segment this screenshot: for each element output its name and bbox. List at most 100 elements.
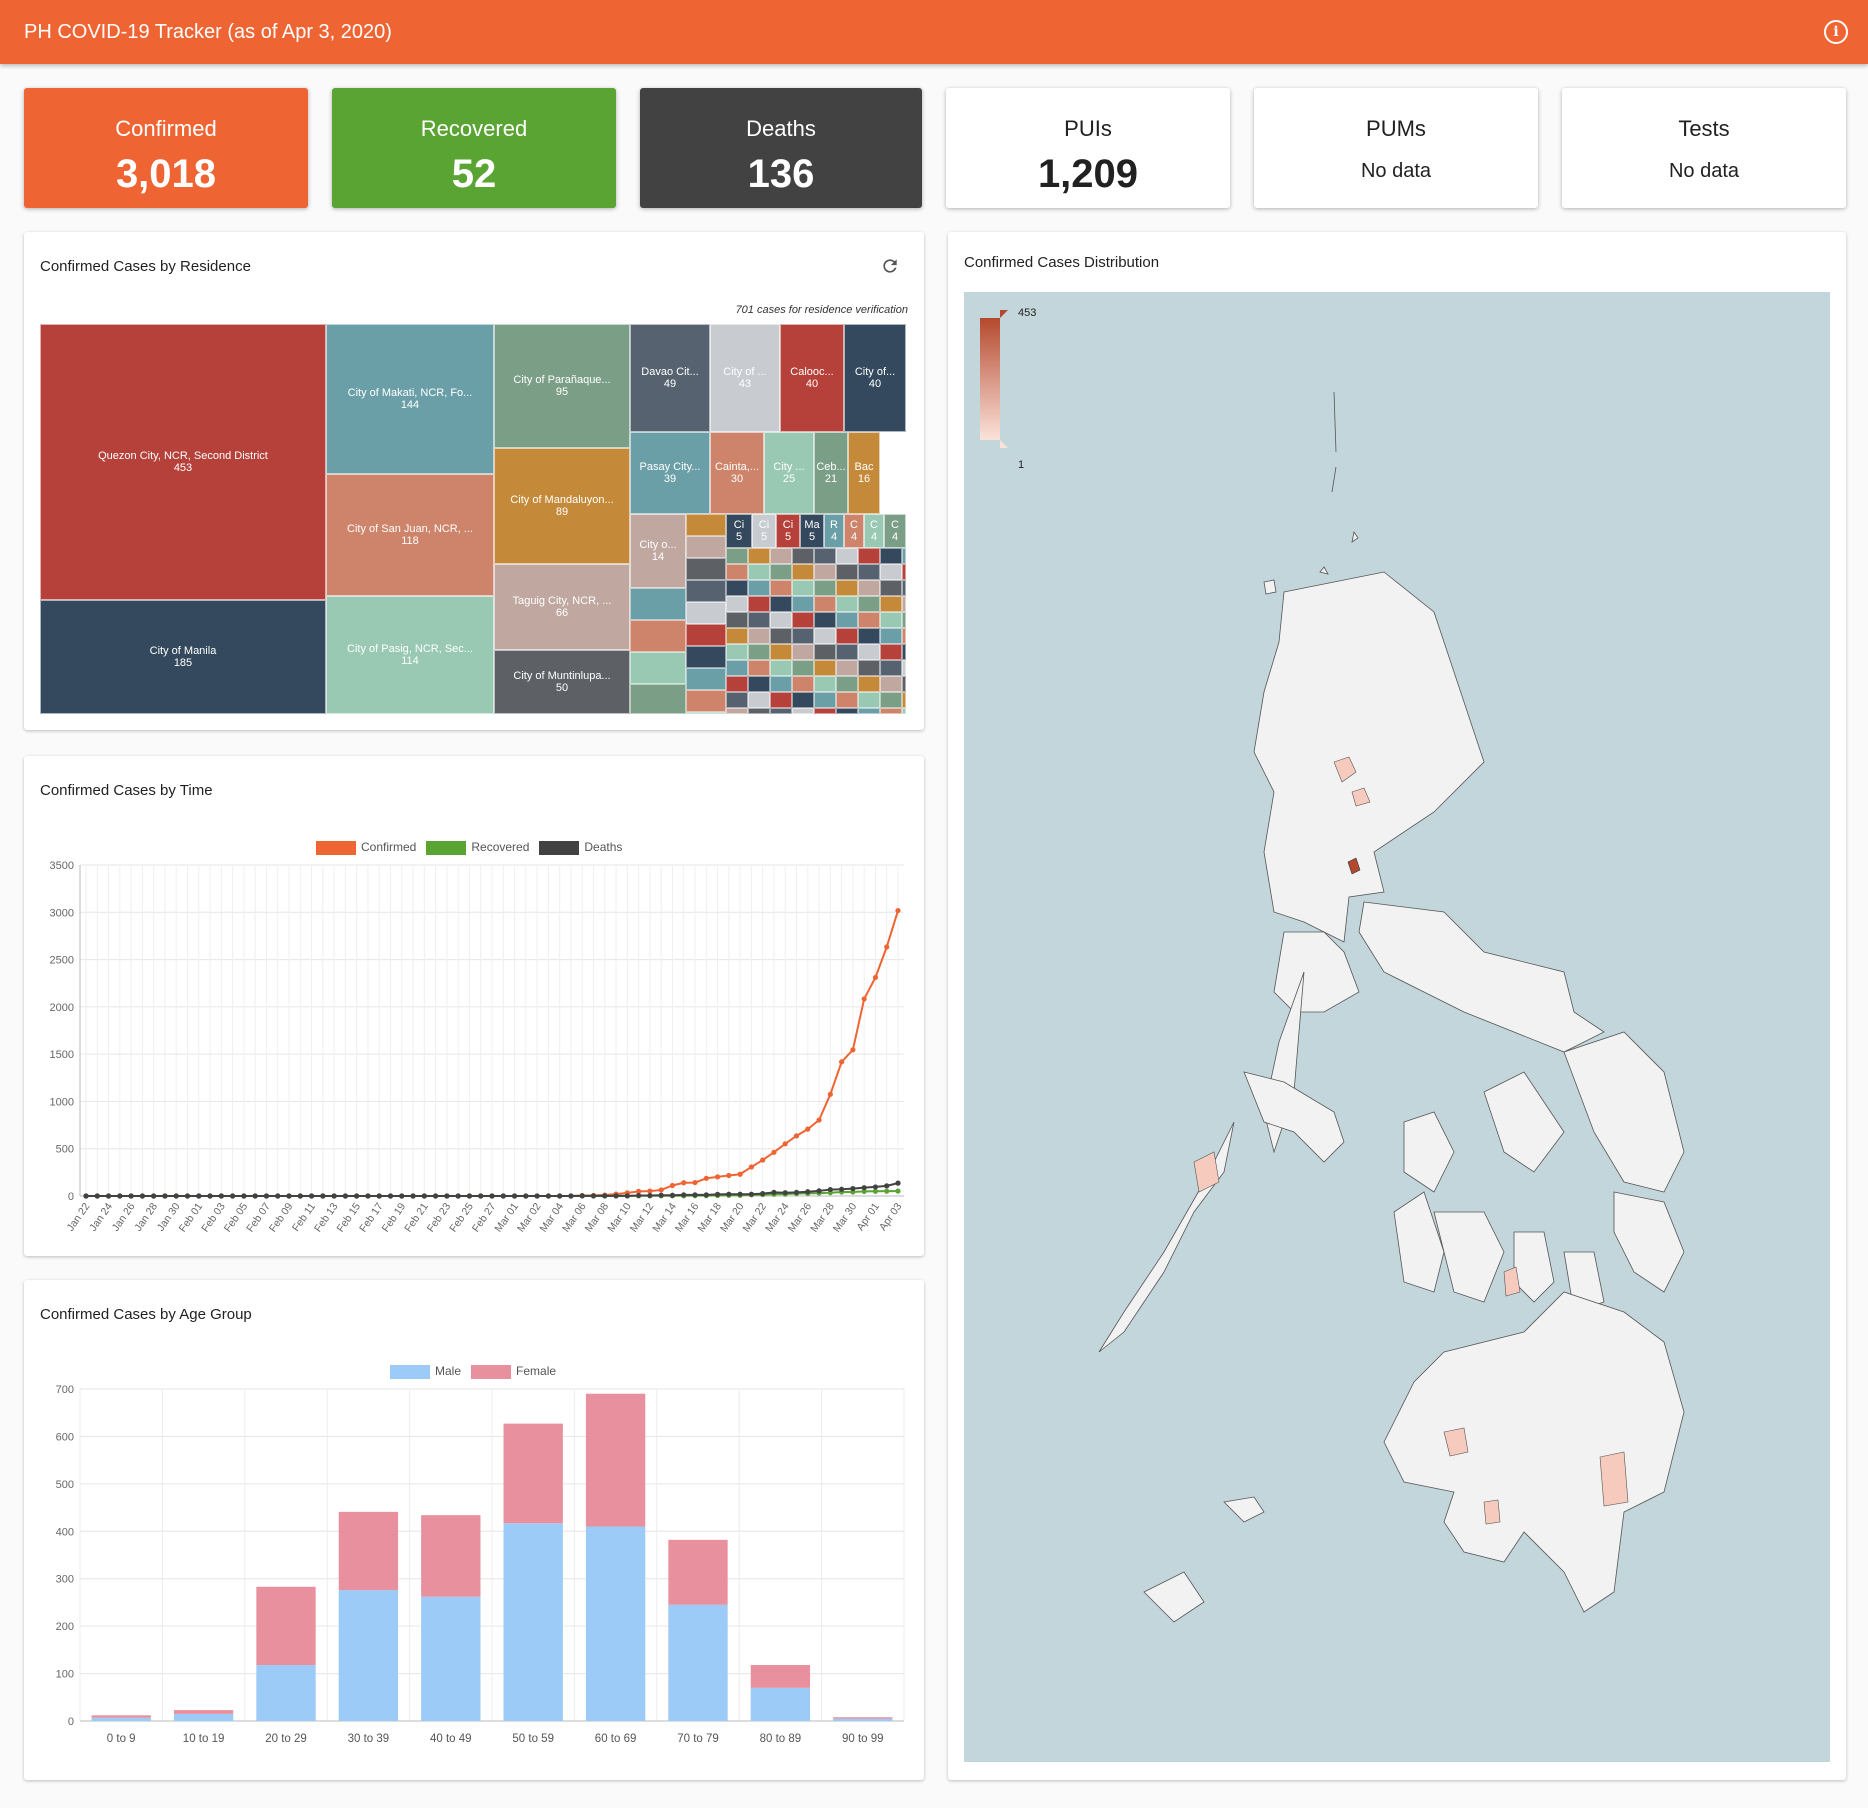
- treemap-cell-small[interactable]: [792, 548, 814, 564]
- treemap-cell[interactable]: Ci 5: [752, 514, 776, 548]
- treemap-cell-small[interactable]: [726, 692, 748, 708]
- treemap-cell-small[interactable]: [748, 596, 770, 612]
- treemap-cell-small[interactable]: [880, 580, 902, 596]
- treemap-cell-small[interactable]: [748, 580, 770, 596]
- treemap-cell-small[interactable]: [770, 548, 792, 564]
- treemap-cell-small[interactable]: [814, 644, 836, 660]
- treemap-cell-small[interactable]: [858, 660, 880, 676]
- treemap-cell-small[interactable]: [858, 676, 880, 692]
- treemap-cell-small[interactable]: [748, 548, 770, 564]
- treemap-cell-small[interactable]: [858, 612, 880, 628]
- treemap-cell-small[interactable]: [858, 580, 880, 596]
- choropleth-map[interactable]: 453 1: [964, 292, 1830, 1762]
- treemap-cell-small[interactable]: [880, 644, 902, 660]
- treemap-cell-small[interactable]: [686, 558, 726, 580]
- treemap-cell-small[interactable]: [792, 644, 814, 660]
- treemap-cell-small[interactable]: [902, 644, 906, 660]
- treemap-cell-small[interactable]: [836, 660, 858, 676]
- treemap-cell-small[interactable]: [686, 712, 726, 714]
- treemap-cell[interactable]: City of San Juan, NCR, ... 118: [326, 474, 494, 596]
- treemap-cell-small[interactable]: [814, 692, 836, 708]
- treemap-cell-small[interactable]: [902, 708, 906, 714]
- treemap-cell-small[interactable]: [686, 646, 726, 668]
- treemap-cell[interactable]: C4: [844, 514, 864, 548]
- treemap-cell-small[interactable]: [836, 676, 858, 692]
- treemap-cell-small[interactable]: [858, 628, 880, 644]
- treemap-cell-small[interactable]: [858, 692, 880, 708]
- treemap-cell-small[interactable]: [792, 564, 814, 580]
- treemap-cell-small[interactable]: [902, 596, 906, 612]
- treemap-cell-small[interactable]: [814, 548, 836, 564]
- treemap-cell-small[interactable]: [814, 708, 836, 714]
- info-icon[interactable]: i: [1824, 20, 1848, 44]
- treemap-cell-small[interactable]: [902, 548, 906, 564]
- treemap-cell-small[interactable]: [630, 588, 686, 620]
- treemap-cell-small[interactable]: [814, 596, 836, 612]
- treemap-cell-small[interactable]: [770, 564, 792, 580]
- treemap-cell-small[interactable]: [726, 708, 748, 714]
- treemap-cell[interactable]: R4: [824, 514, 844, 548]
- treemap-cell-small[interactable]: [858, 596, 880, 612]
- treemap-cell[interactable]: Ma 5: [800, 514, 824, 548]
- treemap-cell-small[interactable]: [686, 536, 726, 558]
- treemap-cell-small[interactable]: [858, 564, 880, 580]
- treemap-cell-small[interactable]: [792, 596, 814, 612]
- treemap-cell-small[interactable]: [814, 660, 836, 676]
- treemap-cell-small[interactable]: [836, 692, 858, 708]
- treemap-cell-small[interactable]: [686, 514, 726, 536]
- treemap-cell-small[interactable]: [836, 580, 858, 596]
- treemap-cell-small[interactable]: [630, 684, 686, 714]
- treemap-cell-small[interactable]: [770, 708, 792, 714]
- treemap-cell-small[interactable]: [726, 596, 748, 612]
- treemap-cell[interactable]: Ceb... 21: [814, 432, 848, 514]
- treemap-cell-small[interactable]: [748, 676, 770, 692]
- treemap-cell[interactable]: City of... 40: [844, 324, 906, 432]
- treemap-cell-small[interactable]: [726, 580, 748, 596]
- treemap-cell-small[interactable]: [902, 612, 906, 628]
- treemap-cell-small[interactable]: [836, 564, 858, 580]
- treemap-cell[interactable]: City of Pasig, NCR, Sec... 114: [326, 596, 494, 714]
- treemap-cell[interactable]: City ... 25: [764, 432, 814, 514]
- treemap-cell-small[interactable]: [770, 580, 792, 596]
- treemap-cell[interactable]: City of Muntinlupa... 50: [494, 650, 630, 714]
- treemap-cell-small[interactable]: [836, 708, 858, 714]
- treemap-cell-small[interactable]: [836, 548, 858, 564]
- treemap-cell-small[interactable]: [902, 692, 906, 708]
- treemap-cell-small[interactable]: [814, 564, 836, 580]
- treemap-cell-small[interactable]: [748, 628, 770, 644]
- treemap-cell-small[interactable]: [770, 596, 792, 612]
- treemap-cell-small[interactable]: [792, 660, 814, 676]
- treemap-cell-small[interactable]: [748, 644, 770, 660]
- treemap-cell-small[interactable]: [770, 628, 792, 644]
- treemap-cell-small[interactable]: [792, 692, 814, 708]
- treemap-cell-small[interactable]: [902, 564, 906, 580]
- treemap-cell-small[interactable]: [726, 612, 748, 628]
- treemap-cell-small[interactable]: [630, 620, 686, 652]
- treemap-cell-small[interactable]: [902, 676, 906, 692]
- treemap-cell-small[interactable]: [686, 624, 726, 646]
- treemap-cell-small[interactable]: [836, 644, 858, 660]
- treemap-cell[interactable]: City of ... 43: [710, 324, 780, 432]
- treemap-cell-small[interactable]: [792, 612, 814, 628]
- treemap-cell-small[interactable]: [748, 612, 770, 628]
- treemap-cell-small[interactable]: [814, 612, 836, 628]
- treemap-cell-small[interactable]: [858, 708, 880, 714]
- treemap-cell-small[interactable]: [770, 676, 792, 692]
- treemap-cell[interactable]: Quezon City, NCR, Second District 453: [40, 324, 326, 600]
- treemap-cell-small[interactable]: [814, 676, 836, 692]
- treemap-cell-small[interactable]: [880, 564, 902, 580]
- treemap-cell-small[interactable]: [792, 676, 814, 692]
- treemap-cell[interactable]: Ci 5: [776, 514, 800, 548]
- treemap-cell[interactable]: City o... 14: [630, 514, 686, 588]
- treemap-cell-small[interactable]: [836, 628, 858, 644]
- treemap-cell[interactable]: City of Makati, NCR, Fo... 144: [326, 324, 494, 474]
- treemap-cell-small[interactable]: [902, 580, 906, 596]
- treemap-cell[interactable]: C4: [864, 514, 884, 548]
- treemap-cell[interactable]: City of Mandaluyon... 89: [494, 448, 630, 564]
- treemap-cell-small[interactable]: [880, 660, 902, 676]
- treemap-cell-small[interactable]: [686, 602, 726, 624]
- treemap-cell-small[interactable]: [902, 660, 906, 676]
- treemap-cell-small[interactable]: [748, 564, 770, 580]
- treemap-cell-small[interactable]: [836, 612, 858, 628]
- treemap-cell-small[interactable]: [726, 660, 748, 676]
